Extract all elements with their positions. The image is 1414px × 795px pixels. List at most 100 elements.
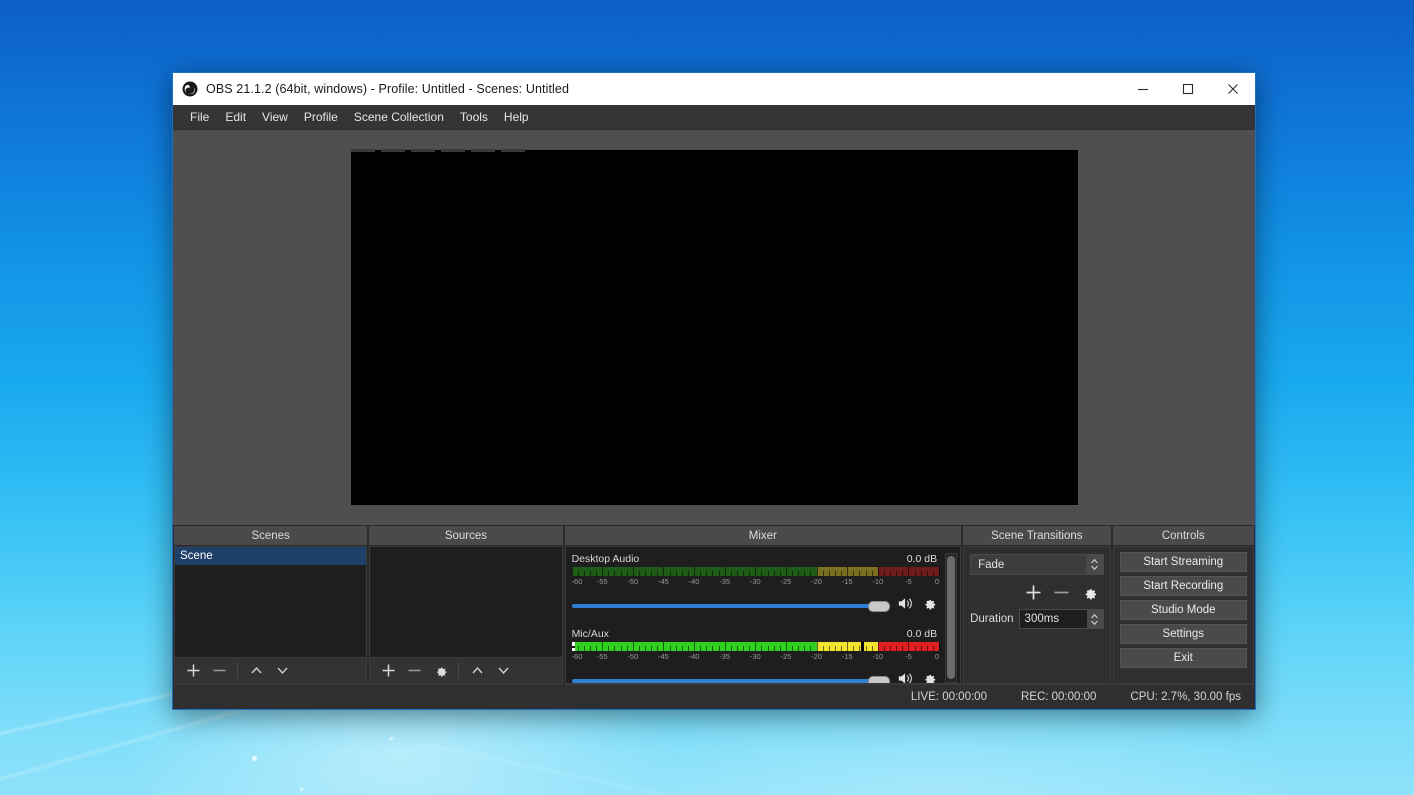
move-source-up-button[interactable] bbox=[465, 660, 489, 682]
mixer-scrollbar-thumb[interactable] bbox=[947, 556, 956, 679]
scene-list-item[interactable]: Scene bbox=[175, 547, 367, 565]
menu-item-tools[interactable]: Tools bbox=[452, 107, 496, 127]
maximize-button[interactable] bbox=[1165, 73, 1210, 105]
canvas-handle bbox=[470, 149, 495, 152]
meter-scale-label: -5 bbox=[905, 577, 912, 586]
mute-button-mic-aux[interactable] bbox=[897, 671, 914, 683]
canvas-handle bbox=[380, 149, 405, 152]
start-streaming-button[interactable]: Start Streaming bbox=[1119, 552, 1247, 572]
transition-select[interactable]: Fade bbox=[970, 554, 1104, 575]
gear-icon bbox=[925, 599, 936, 610]
speaker-icon bbox=[898, 597, 912, 609]
remove-source-button[interactable] bbox=[402, 660, 426, 682]
meter-scale-label: -25 bbox=[780, 577, 792, 586]
menubar: File Edit View Profile Scene Collection … bbox=[173, 105, 1255, 130]
minus-icon bbox=[1054, 591, 1069, 593]
chevron-updown-icon[interactable] bbox=[1086, 610, 1103, 628]
meter-scale-label: -55 bbox=[596, 577, 608, 586]
audio-settings-button-desktop-audio[interactable] bbox=[921, 595, 937, 616]
obs-logo-icon bbox=[182, 81, 198, 97]
meter-segment-red bbox=[878, 642, 940, 651]
meter-scale-desktop-audio: -60 -55 -50 -45 -40 -35 -30 -25 -20 -15 -10 -5 0 bbox=[572, 577, 940, 588]
sources-panel-title: Sources bbox=[369, 526, 563, 546]
dock-scenes: Scenes Scene bbox=[174, 526, 368, 684]
add-scene-button[interactable] bbox=[181, 660, 205, 682]
mixer-sources: Desktop Audio 0.0 dB -60 -55 -50 -45 -40… bbox=[571, 553, 944, 683]
volume-meter-bar bbox=[571, 642, 940, 651]
volume-slider-track bbox=[571, 678, 891, 683]
meter-scale-label: -35 bbox=[719, 652, 731, 661]
remove-scene-button[interactable] bbox=[207, 660, 231, 682]
window-titlebar[interactable]: OBS 21.1.2 (64bit, windows) - Profile: U… bbox=[173, 73, 1255, 105]
duration-label: Duration bbox=[970, 613, 1014, 625]
close-icon bbox=[1227, 84, 1238, 94]
move-scene-up-button[interactable] bbox=[244, 660, 268, 682]
exit-button[interactable]: Exit bbox=[1119, 648, 1247, 668]
meter-segment-yellow bbox=[816, 642, 879, 651]
scenes-panel-title: Scenes bbox=[174, 526, 368, 546]
meter-scale-label: -15 bbox=[841, 652, 853, 661]
window-controls bbox=[1120, 73, 1255, 105]
meter-segment-green bbox=[571, 567, 817, 576]
volume-slider-handle[interactable] bbox=[868, 675, 891, 683]
volume-slider-mic-aux[interactable] bbox=[571, 674, 891, 683]
gear-icon bbox=[925, 674, 936, 683]
scene-transitions-body: Fade Duration 300ms bbox=[963, 546, 1111, 684]
meter-scale-label: -10 bbox=[872, 652, 884, 661]
meter-scale-label: -50 bbox=[627, 577, 639, 586]
meter-scale-label: -10 bbox=[872, 577, 884, 586]
mute-button-desktop-audio[interactable] bbox=[897, 596, 914, 616]
sources-list[interactable] bbox=[369, 546, 563, 658]
gear-icon bbox=[1085, 588, 1097, 600]
menu-item-view[interactable]: View bbox=[254, 107, 296, 127]
add-transition-button[interactable] bbox=[1022, 581, 1046, 603]
mixer-source-db: 0.0 dB bbox=[906, 553, 938, 565]
chevron-updown-icon[interactable] bbox=[1085, 555, 1103, 574]
start-recording-button[interactable]: Start Recording bbox=[1119, 576, 1247, 596]
duration-input[interactable]: 300ms bbox=[1018, 609, 1104, 629]
plus-icon bbox=[187, 664, 199, 677]
transition-properties-button[interactable] bbox=[1078, 581, 1102, 603]
status-rec: REC: 00:00:00 bbox=[1020, 691, 1097, 703]
preview-canvas[interactable] bbox=[350, 149, 1078, 505]
canvas-handle bbox=[410, 149, 435, 152]
menu-item-edit[interactable]: Edit bbox=[217, 107, 254, 127]
plus-icon bbox=[1026, 585, 1041, 599]
minimize-button[interactable] bbox=[1120, 73, 1165, 105]
mixer-controls-mic-aux bbox=[571, 670, 940, 683]
meter-scale-label: -30 bbox=[749, 652, 761, 661]
menu-item-help[interactable]: Help bbox=[496, 107, 537, 127]
source-properties-button[interactable] bbox=[428, 660, 452, 682]
speaker-icon bbox=[898, 672, 912, 683]
mixer-scrollbar[interactable] bbox=[945, 553, 958, 683]
preview-area[interactable] bbox=[173, 130, 1255, 526]
meter-scale-label: -35 bbox=[719, 577, 731, 586]
menu-item-profile[interactable]: Profile bbox=[296, 107, 346, 127]
controls-body: Start Streaming Start Recording Studio M… bbox=[1112, 546, 1254, 684]
menu-item-file[interactable]: File bbox=[182, 107, 217, 127]
meter-peak-marker bbox=[861, 642, 864, 651]
meter-segment-red bbox=[878, 567, 940, 576]
remove-transition-button[interactable] bbox=[1050, 581, 1074, 603]
close-button[interactable] bbox=[1210, 73, 1255, 105]
move-scene-down-button[interactable] bbox=[270, 660, 294, 682]
gear-icon bbox=[436, 667, 447, 677]
settings-button[interactable]: Settings bbox=[1119, 624, 1247, 644]
studio-mode-button[interactable]: Studio Mode bbox=[1119, 600, 1247, 620]
move-source-down-button[interactable] bbox=[491, 660, 515, 682]
mixer-source-header: Desktop Audio 0.0 dB bbox=[572, 553, 940, 565]
plus-icon bbox=[382, 664, 395, 677]
menu-item-scene-collection[interactable]: Scene Collection bbox=[346, 107, 452, 127]
audio-settings-button-mic-aux[interactable] bbox=[921, 670, 937, 683]
meter-scale-label: -60 bbox=[571, 652, 583, 661]
meter-scale-label: -60 bbox=[571, 577, 583, 586]
scenes-list[interactable]: Scene bbox=[174, 546, 368, 658]
volume-slider-desktop-audio[interactable] bbox=[571, 599, 891, 613]
scene-transitions-panel-title: Scene Transitions bbox=[963, 526, 1111, 546]
add-source-button[interactable] bbox=[376, 660, 400, 682]
mixer-source-name: Mic/Aux bbox=[571, 628, 609, 640]
transition-select-value: Fade bbox=[978, 558, 1005, 571]
wallpaper-sparkle bbox=[252, 756, 257, 761]
volume-slider-handle[interactable] bbox=[868, 600, 891, 612]
chevron-down-icon bbox=[498, 667, 509, 675]
